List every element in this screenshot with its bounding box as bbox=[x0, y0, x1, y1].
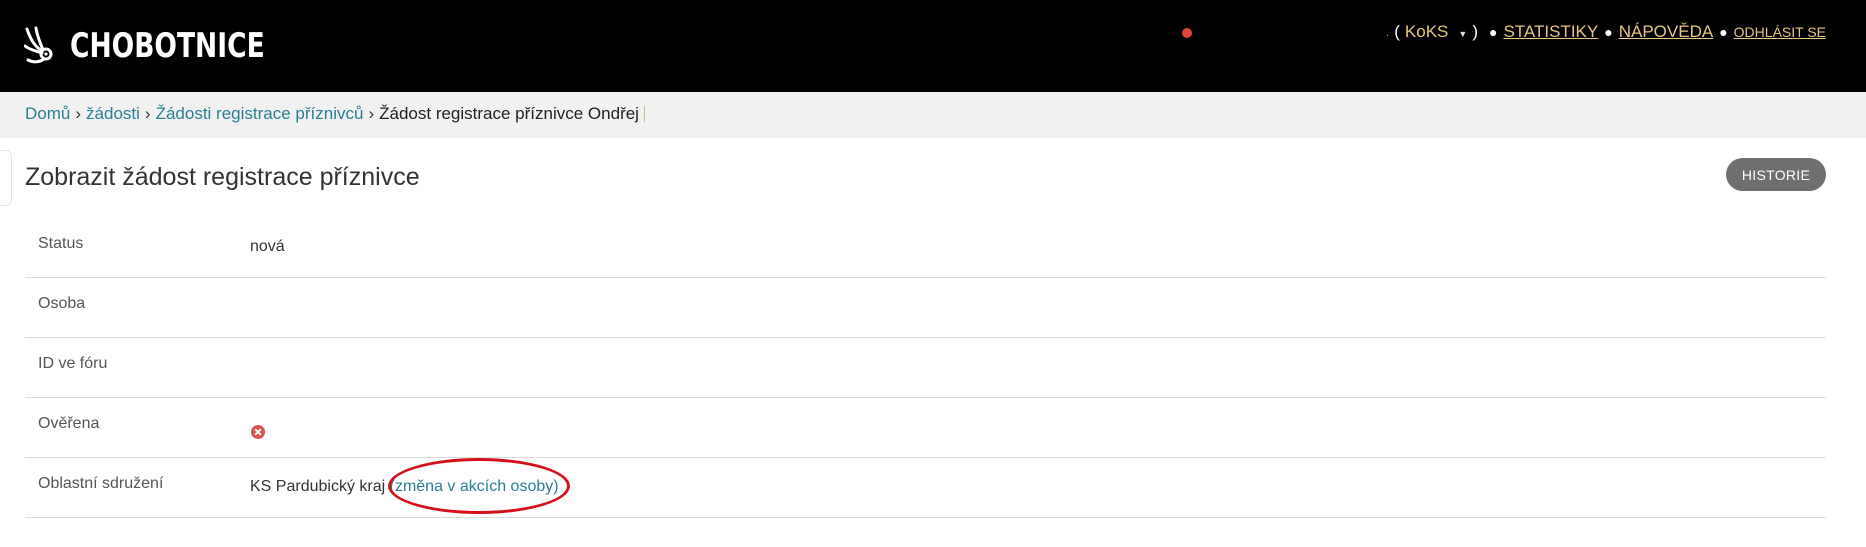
nav-separator: ● bbox=[1489, 24, 1498, 40]
detail-row-status: Status nová bbox=[25, 218, 1826, 278]
page-title: Zobrazit žádost registrace příznivce bbox=[25, 163, 420, 191]
breadcrumb-separator: › bbox=[75, 104, 82, 123]
username[interactable]: . bbox=[1386, 25, 1389, 39]
side-panel-tab[interactable] bbox=[0, 150, 12, 206]
role-selector[interactable]: KoKS ▼ bbox=[1405, 22, 1467, 42]
forum-id-label: ID ve fóru bbox=[38, 355, 108, 372]
detail-row-person: Osoba bbox=[25, 278, 1826, 338]
statistics-link[interactable]: STATISTIKY bbox=[1503, 22, 1598, 42]
logout-link[interactable]: ODHLÁSIT SE bbox=[1734, 24, 1826, 40]
role-close-paren: ) bbox=[1472, 22, 1478, 41]
breadcrumb-supporter-requests[interactable]: Žádosti registrace příznivců bbox=[156, 104, 364, 124]
status-label: Status bbox=[38, 235, 84, 252]
change-in-person-actions-link[interactable]: (změna v akcích osoby) bbox=[390, 478, 559, 495]
detail-row-region: Oblastní sdružení KS Pardubický kraj (zm… bbox=[25, 458, 1826, 518]
status-dot-icon bbox=[1182, 28, 1192, 38]
region-label: Oblastní sdružení bbox=[38, 475, 164, 492]
breadcrumb-bar: Domů › žádosti › Žádosti registrace příz… bbox=[0, 92, 1866, 138]
role-label: KoKS bbox=[1404, 22, 1449, 41]
history-button[interactable]: HISTORIE bbox=[1726, 158, 1826, 191]
x-circle-icon bbox=[251, 425, 265, 439]
breadcrumb-home[interactable]: Domů bbox=[25, 104, 70, 124]
app-logo[interactable]: CHOBOTNICE bbox=[24, 24, 320, 68]
region-name: KS Pardubický kraj bbox=[250, 478, 386, 495]
breadcrumb: Domů › žádosti › Žádosti registrace příz… bbox=[25, 104, 645, 124]
logo-text: CHOBOTNICE bbox=[70, 26, 265, 66]
user-navigation: . ( KoKS ▼ ) ● STATISTIKY ● NÁPOVĚDA ● OD… bbox=[1386, 20, 1826, 44]
dropdown-caret-icon: ▼ bbox=[1458, 29, 1468, 39]
detail-row-forum-id: ID ve fóru bbox=[25, 338, 1826, 398]
person-label: Osoba bbox=[38, 295, 86, 312]
breadcrumb-requests[interactable]: žádosti bbox=[86, 104, 140, 124]
top-navigation-bar: CHOBOTNICE . ( KoKS ▼ ) ● STATISTIKY ● NÁ… bbox=[0, 0, 1866, 92]
status-value: nová bbox=[250, 238, 285, 255]
octopus-logo-icon bbox=[24, 26, 53, 64]
breadcrumb-current: Žádost registrace příznivce Ondřej bbox=[379, 104, 639, 123]
nav-separator: ● bbox=[1604, 24, 1613, 40]
detail-table: Status nová Osoba ID ve fóru Ověřena Obl… bbox=[25, 218, 1826, 518]
role-open-paren: ( bbox=[1394, 22, 1400, 41]
breadcrumb-separator: › bbox=[144, 104, 151, 123]
nav-separator: ● bbox=[1719, 24, 1728, 40]
region-value: KS Pardubický kraj (změna v akcích osoby… bbox=[250, 478, 559, 496]
verified-label: Ověřena bbox=[38, 415, 100, 432]
help-link[interactable]: NÁPOVĚDA bbox=[1619, 22, 1713, 42]
breadcrumb-separator: › bbox=[368, 104, 375, 123]
text-cursor bbox=[643, 106, 645, 122]
detail-row-verified: Ověřena bbox=[25, 398, 1826, 458]
